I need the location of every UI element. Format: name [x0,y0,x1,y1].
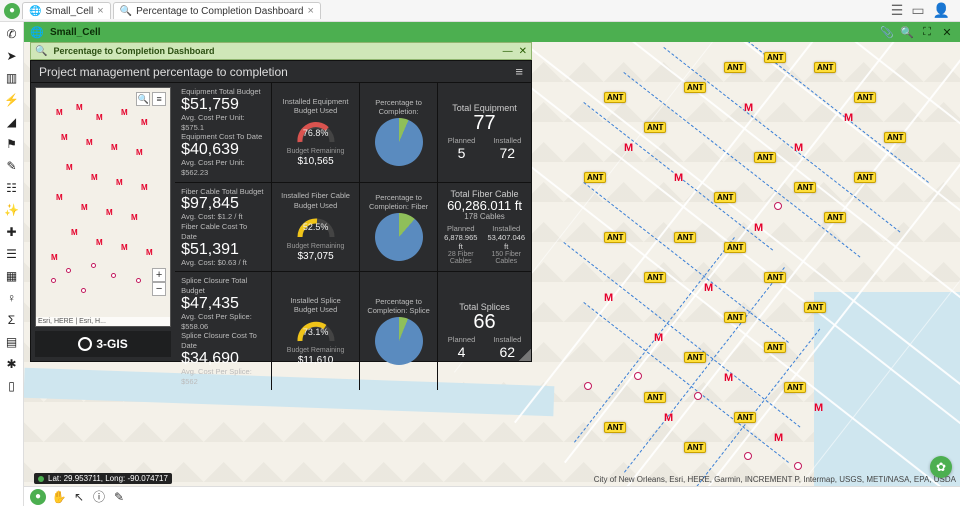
bottom-toolbar: ● ✋ ↖ ⓘ ✎ [24,486,960,506]
grid-icon[interactable]: ▦ [4,268,20,284]
sigma-icon[interactable]: Σ [4,312,20,328]
edit-icon[interactable]: ✎ [112,490,126,504]
search-icon[interactable]: 🔍 [900,25,914,39]
globe-icon: 🌐 [29,6,41,17]
close-icon[interactable]: × [307,5,313,17]
globe-icon: 🌐 [30,25,44,39]
zoom-in-icon[interactable]: + [152,268,166,282]
tab-label: Small_Cell [45,6,93,17]
zoom-out-icon[interactable]: − [152,282,166,296]
pencil-icon[interactable]: ✎ [4,158,20,174]
globe-icon [78,337,92,351]
app-logo-icon[interactable]: ● [30,489,46,505]
search-icon[interactable]: 🔍 [136,92,150,106]
clipboard-icon[interactable]: ☰ [4,246,20,262]
info-icon[interactable]: ⓘ [92,490,106,504]
account-icon[interactable]: 👤 [933,2,950,19]
bulb-icon[interactable]: ♀ [4,290,20,306]
pan-icon[interactable]: ✋ [52,490,66,504]
tab-dashboard[interactable]: 🔍 Percentage to Completion Dashboard × [113,2,321,19]
chat-icon[interactable]: ▭ [911,2,924,19]
mini-map-wrapper: 🔍 ≡ + − ММ ММ ММ [31,83,175,361]
attach-icon[interactable]: 📎 [880,25,894,39]
bolt-icon[interactable]: ⚡ [4,92,20,108]
fab-settings[interactable]: ✿ [930,456,952,478]
note-icon[interactable]: ▯ [4,378,20,394]
pointer-icon[interactable]: ↖ [72,490,86,504]
menu-icon[interactable]: ≡ [515,64,523,79]
mini-map[interactable]: 🔍 ≡ + − ММ ММ ММ [35,87,171,327]
wand-icon[interactable]: ✨ [4,202,20,218]
expand-icon[interactable]: ⛶ [920,25,934,39]
tag-icon[interactable]: ◢ [4,114,20,130]
brand-logo: 3-GIS [35,331,171,357]
search-icon[interactable]: 🔍 [35,46,47,57]
context-title: Small_Cell [50,27,101,38]
asterisk-icon[interactable]: ✱ [4,356,20,372]
metrics-grid: Equipment Total Budget $51,759 Avg. Cost… [175,83,531,361]
dashboard-panel: Project management percentage to complet… [30,60,532,362]
tab-label: Percentage to Completion Dashboard [136,6,303,17]
map-attribution: City of New Orleans, Esri, HERE, Garmin,… [594,475,956,484]
map-canvas[interactable]: ANT ANT ANT ANT ANT ANT ANT ANT ANT ANT … [24,42,960,506]
search-icon: 🔍 [120,6,132,17]
gauge-splice: 73.1% [296,315,336,345]
book-icon[interactable]: ▥ [4,70,20,86]
close-icon[interactable]: ✕ [519,46,527,57]
dashboard-subbar: 🔍 Percentage to Completion Dashboard — ✕ [30,42,532,60]
menu-icon[interactable]: ≡ [152,92,166,106]
tab-small-cell[interactable]: 🌐 Small_Cell × [22,2,111,19]
pie-equipment [375,118,423,166]
calc-icon[interactable]: ▤ [4,334,20,350]
puzzle-icon[interactable]: ✚ [4,224,20,240]
minimize-icon[interactable]: — [503,46,513,57]
gauge-equipment: 76.8% [296,116,336,146]
left-toolbar: ✆ ➤ ▥ ⚡ ◢ ⚑ ✎ ☷ ✨ ✚ ☰ ▦ ♀ Σ ▤ ✱ ▯ [0,22,24,506]
gauge-fiber: 52.5% [296,211,336,241]
context-bar: 🌐 Small_Cell 📎 🔍 ⛶ ✕ [24,22,960,42]
row-equipment: Equipment Total Budget $51,759 Avg. Cost… [175,83,531,182]
row-fiber: Fiber Cable Total Budget $97,845 Avg. Co… [175,182,531,272]
top-right-tools: ☰ ▭ 👤 [323,2,956,19]
close-icon[interactable]: × [97,5,103,17]
mini-attribution: Esri, HERE | Esri, H... [36,317,170,326]
pie-splice [375,317,423,365]
panel-title: Project management percentage to complet… [39,65,288,79]
coordinates-readout: Lat: 29.953711, Long: -90.074717 [34,473,172,484]
close-icon[interactable]: ✕ [940,25,954,39]
resize-handle[interactable] [519,349,531,361]
arrow-icon[interactable]: ➤ [4,48,20,64]
flag-icon[interactable]: ⚑ [4,136,20,152]
pie-fiber [375,213,423,261]
subbar-title: Percentage to Completion Dashboard [53,46,214,56]
row-splice: Splice Closure Total Budget $47,435 Avg.… [175,271,531,390]
phone-icon[interactable]: ✆ [4,26,20,42]
tab-bar: ● 🌐 Small_Cell × 🔍 Percentage to Complet… [0,0,960,22]
list-icon[interactable]: ☰ [891,2,904,19]
app-logo-icon: ● [4,3,20,19]
layers-icon[interactable]: ☷ [4,180,20,196]
status-dot-icon [38,476,44,482]
